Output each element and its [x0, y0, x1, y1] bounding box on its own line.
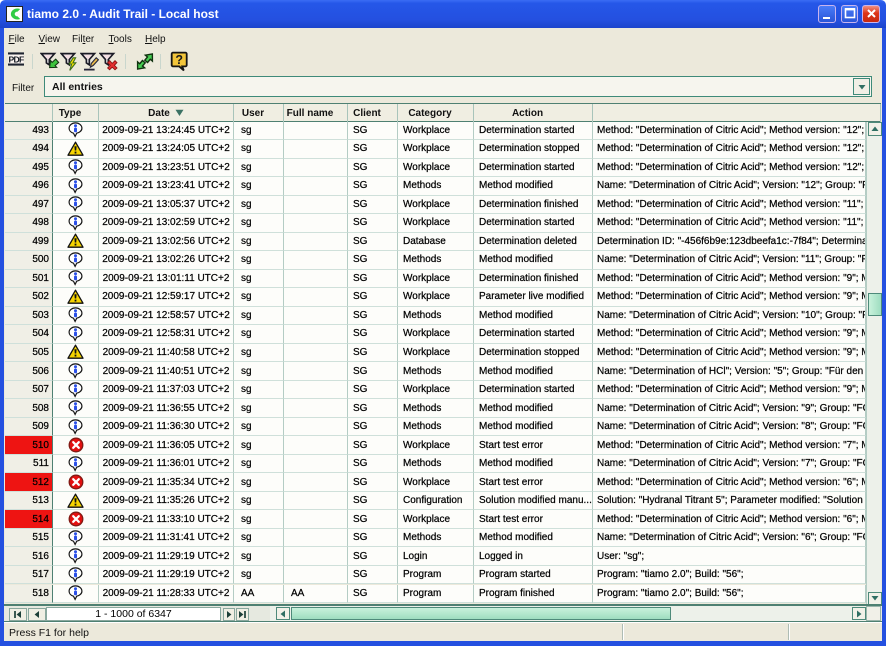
svg-text:?: ?: [175, 53, 183, 67]
svg-text:PDF: PDF: [8, 54, 24, 64]
